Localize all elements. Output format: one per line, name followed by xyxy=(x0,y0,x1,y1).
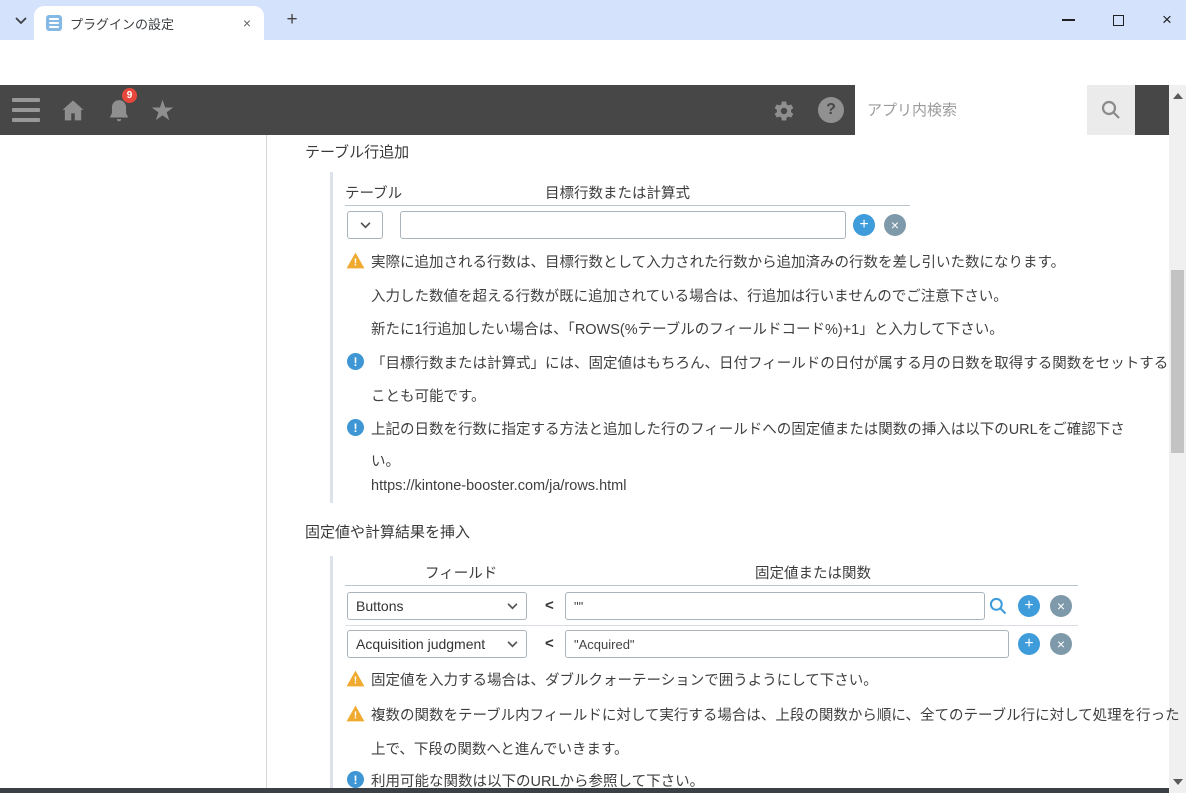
info-text: 上記の日数を行数に指定する方法と追加した行のフィールドへの固定値または関数の挿入… xyxy=(371,418,1125,439)
maximize-icon xyxy=(1113,15,1124,26)
new-tab-button[interactable]: + xyxy=(280,8,304,32)
panel-divider xyxy=(266,135,267,788)
warning-icon: ! xyxy=(346,670,365,687)
info-text: い。 xyxy=(371,450,400,471)
minimize-icon xyxy=(1062,19,1075,21)
browser-tab[interactable]: プラグインの設定 × xyxy=(34,6,264,40)
fixed-value-input[interactable] xyxy=(565,630,1009,658)
scrollbar-up-arrow[interactable] xyxy=(1173,93,1183,99)
warning-text: 固定値を入力する場合は、ダブルクォーテーションで囲うようにして下さい。 xyxy=(371,669,878,690)
fixed-value-input[interactable] xyxy=(565,592,985,620)
field-select-value: Buttons xyxy=(356,598,507,614)
kintone-favicon-icon xyxy=(46,15,62,31)
field-select[interactable]: Buttons xyxy=(347,592,527,620)
tab-search-button[interactable] xyxy=(8,8,34,34)
reference-url[interactable]: https://kintone-booster.com/ja/rows.html xyxy=(371,478,626,494)
info-icon: ! xyxy=(347,353,364,370)
search-icon xyxy=(988,596,1008,616)
scrollbar-down-arrow[interactable] xyxy=(1173,779,1183,785)
warning-text: 入力した数値を超える行数が既に追加されている場合は、行追加は行いませんのでご注意… xyxy=(371,285,1008,306)
svg-text:!: ! xyxy=(354,711,357,722)
info-icon: ! xyxy=(347,771,364,788)
warning-icon: ! xyxy=(346,252,365,269)
left-panel xyxy=(0,135,266,788)
svg-text:!: ! xyxy=(354,258,357,269)
chevron-down-icon xyxy=(507,641,518,648)
warning-text: 新たに1行追加したい場合は、「ROWS(%テーブルのフィールドコード%)+1」と… xyxy=(371,318,1004,339)
window-close-button[interactable]: × xyxy=(1148,0,1186,40)
chevron-down-icon xyxy=(360,222,371,229)
table-header-row: フィールド 固定値または関数 xyxy=(345,560,1078,586)
chevron-down-icon xyxy=(15,17,27,25)
svg-text:!: ! xyxy=(354,676,357,687)
app-home-icon xyxy=(59,97,87,125)
target-rows-input[interactable] xyxy=(400,211,846,239)
info-text: ことも可能です。 xyxy=(371,385,486,406)
remove-row-button[interactable]: × xyxy=(1050,633,1072,655)
app-menu-button[interactable] xyxy=(12,98,40,122)
row-separator xyxy=(345,625,1078,626)
chevron-down-icon xyxy=(507,603,518,610)
group-bar xyxy=(330,556,333,788)
browser-toolbar: pandafirm.cybozu.com/k/admin/app/1838/pl… xyxy=(0,40,1186,85)
info-text: 「目標行数または計算式」には、固定値はもちろん、日付フィールドの日付が属する月の… xyxy=(371,352,1168,373)
assign-operator: < xyxy=(545,635,554,652)
add-row-button[interactable]: + xyxy=(1018,633,1040,655)
section-title-insert-values: 固定値や計算結果を挿入 xyxy=(305,521,470,542)
gear-icon xyxy=(770,98,796,124)
footer-bar xyxy=(0,788,1169,793)
tab-close-icon[interactable]: × xyxy=(238,14,256,32)
tab-title: プラグインの設定 xyxy=(70,14,238,33)
hamburger-icon xyxy=(12,98,40,102)
assign-operator: < xyxy=(545,597,554,614)
app-search-input[interactable] xyxy=(855,85,1087,135)
section-title-table-row-add: テーブル行追加 xyxy=(305,141,409,162)
settings-button[interactable] xyxy=(768,96,798,126)
column-label-target-rows: 目標行数または計算式 xyxy=(545,182,690,203)
search-icon xyxy=(1099,98,1123,122)
column-label-field: フィールド xyxy=(425,562,497,583)
scrollbar-thumb[interactable] xyxy=(1171,270,1184,453)
add-row-button[interactable]: + xyxy=(853,214,875,236)
warning-text: 実際に追加される行数は、目標行数として入力された行数から追加済みの行数を差し引い… xyxy=(371,251,1065,272)
field-select-value: Acquisition judgment xyxy=(356,636,507,652)
window-minimize-button[interactable] xyxy=(1048,0,1088,40)
warning-text: 上で、下段の関数へと進んでいきます。 xyxy=(371,738,629,759)
remove-row-button[interactable]: × xyxy=(1050,595,1072,617)
lookup-search-button[interactable] xyxy=(988,596,1008,616)
warning-icon: ! xyxy=(346,705,365,722)
column-label-fixed-value: 固定値または関数 xyxy=(755,562,871,583)
column-label-table: テーブル xyxy=(345,182,402,203)
favorites-button[interactable]: ★ xyxy=(150,94,175,127)
table-header-row: テーブル 目標行数または計算式 xyxy=(345,180,910,206)
info-icon: ! xyxy=(347,419,364,436)
help-button[interactable]: ? xyxy=(818,97,844,123)
group-bar xyxy=(330,172,333,503)
window-maximize-button[interactable] xyxy=(1098,0,1138,40)
app-home-button[interactable] xyxy=(58,96,88,126)
remove-row-button[interactable]: × xyxy=(884,214,906,236)
app-search-button[interactable] xyxy=(1087,85,1135,135)
field-select[interactable]: Acquisition judgment xyxy=(347,630,527,658)
browser-window: プラグインの設定 × + × pandafirm.cybozu.com/k/ad… xyxy=(0,0,1186,793)
tab-strip: プラグインの設定 × + × xyxy=(0,0,1186,40)
warning-text: 複数の関数をテーブル内フィールドに対して実行する場合は、上段の関数から順に、全て… xyxy=(371,704,1180,725)
notification-badge: 9 xyxy=(122,88,137,103)
table-select[interactable] xyxy=(347,211,383,239)
add-row-button[interactable]: + xyxy=(1018,595,1040,617)
